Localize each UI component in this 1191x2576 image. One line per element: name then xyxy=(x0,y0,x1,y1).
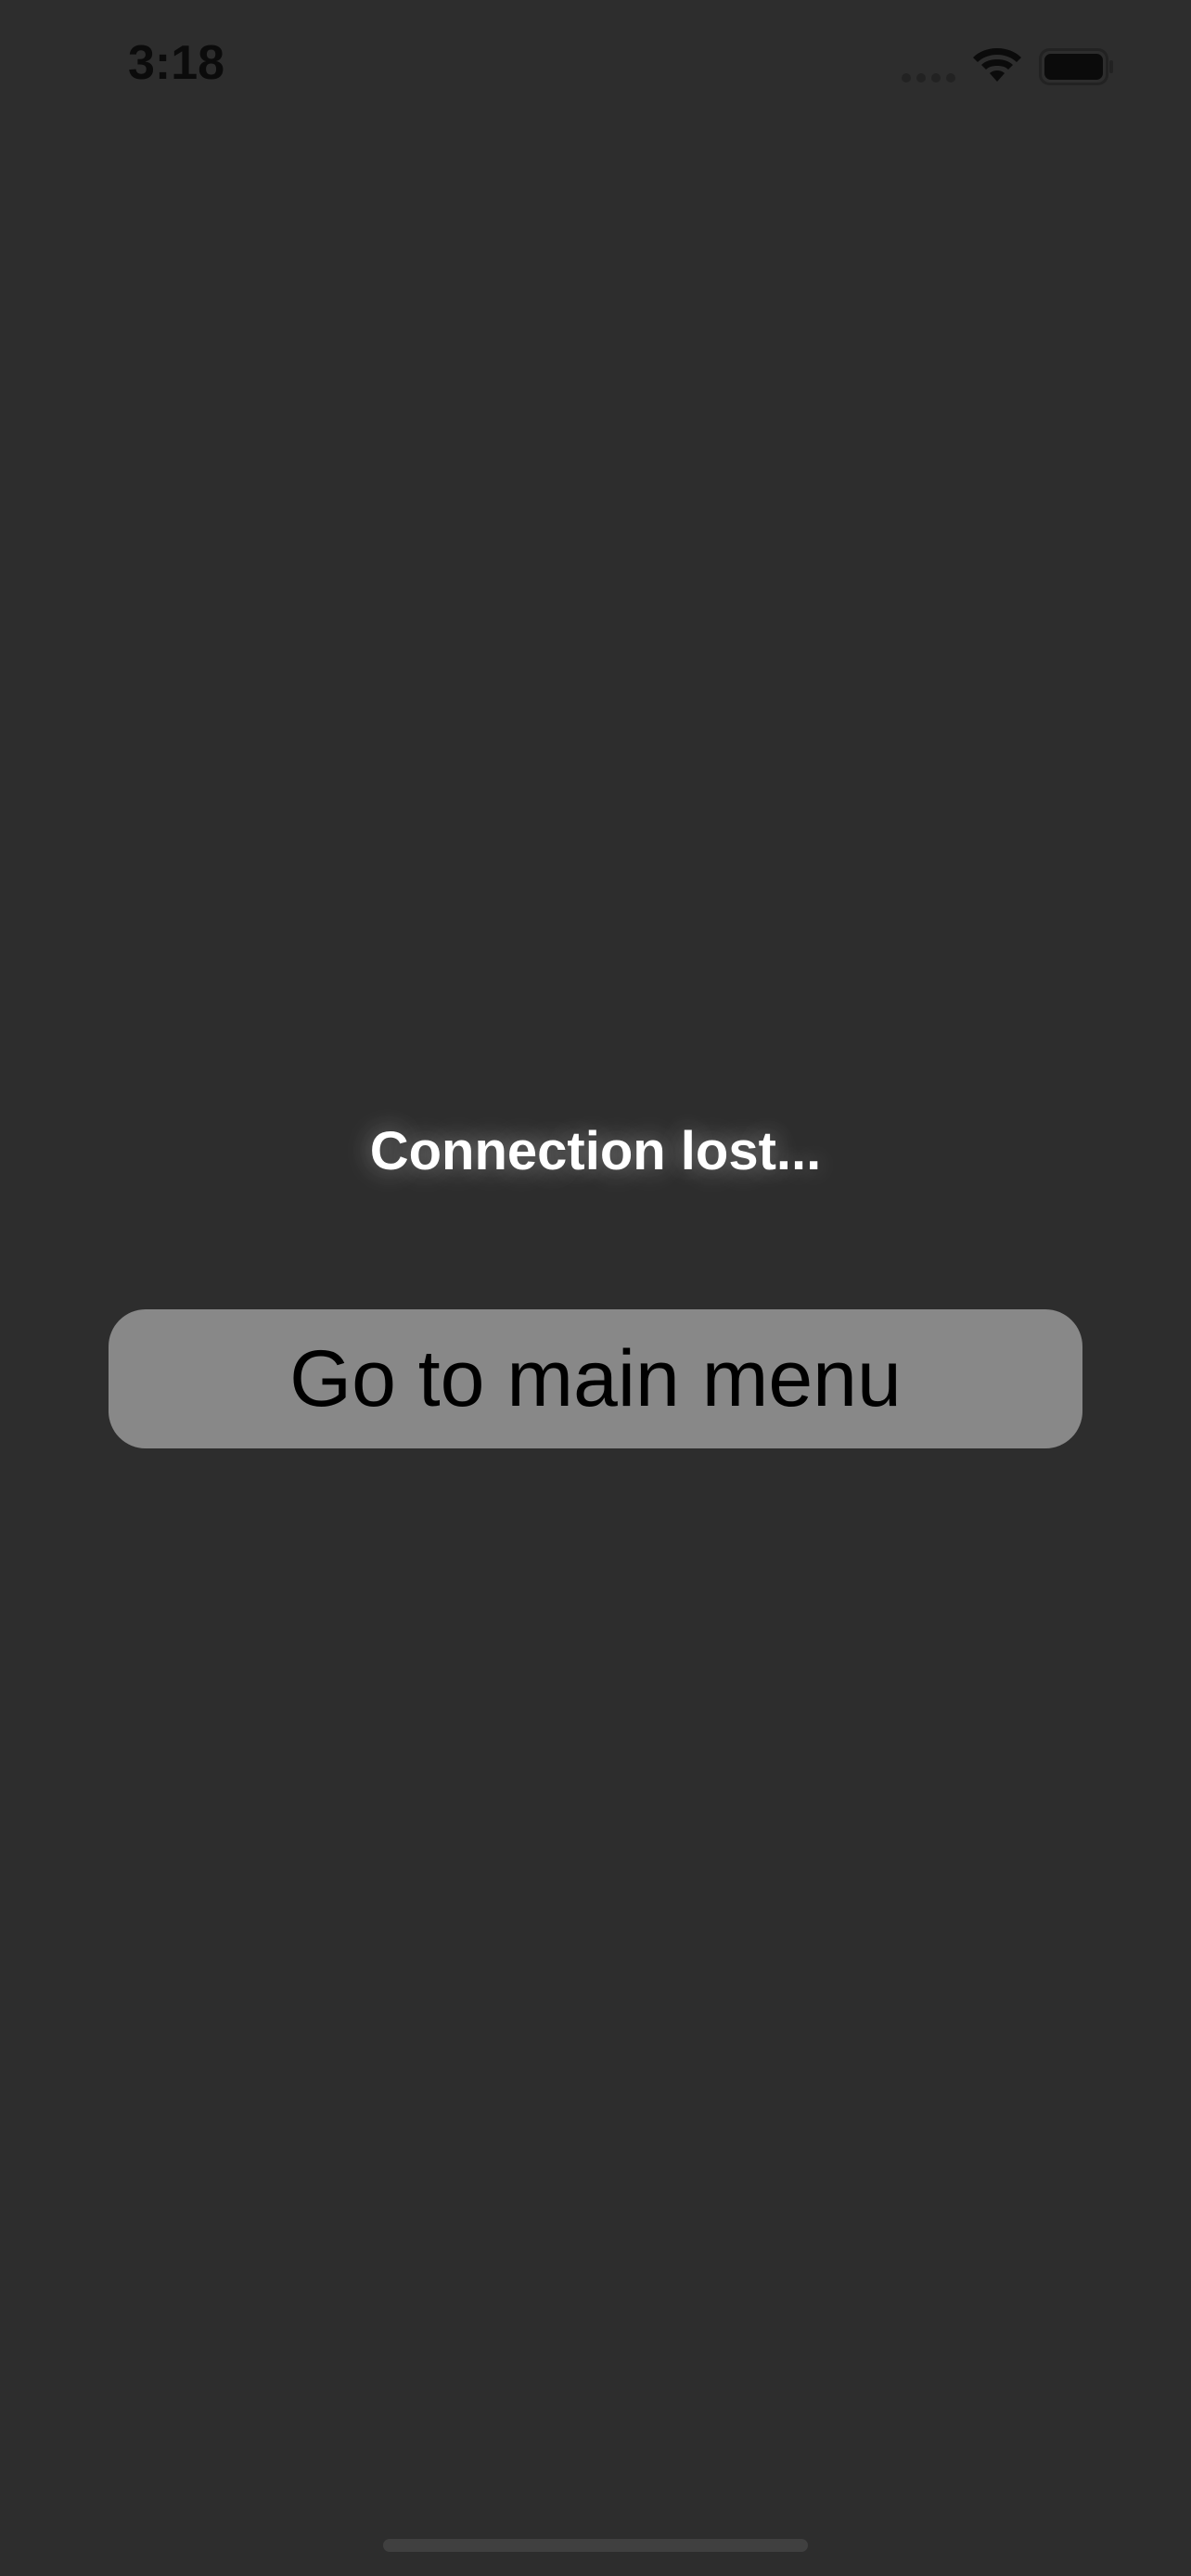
status-bar: 3:18 xyxy=(0,0,1191,130)
home-indicator[interactable] xyxy=(383,2539,808,2552)
status-time: 3:18 xyxy=(128,36,225,90)
cellular-signal-icon xyxy=(902,73,955,83)
connection-lost-screen: 3:18 Connection lost... Go to main menu xyxy=(0,0,1191,2576)
wifi-icon xyxy=(973,48,1021,82)
signal-dot xyxy=(916,73,926,83)
signal-dot xyxy=(946,73,955,83)
battery-icon xyxy=(1039,48,1113,85)
signal-dot xyxy=(931,73,941,83)
connection-lost-message: Connection lost... xyxy=(369,1121,822,1181)
signal-dot xyxy=(902,73,911,83)
go-to-main-menu-button[interactable]: Go to main menu xyxy=(109,1309,1082,1448)
go-to-main-menu-label: Go to main menu xyxy=(289,1333,902,1423)
